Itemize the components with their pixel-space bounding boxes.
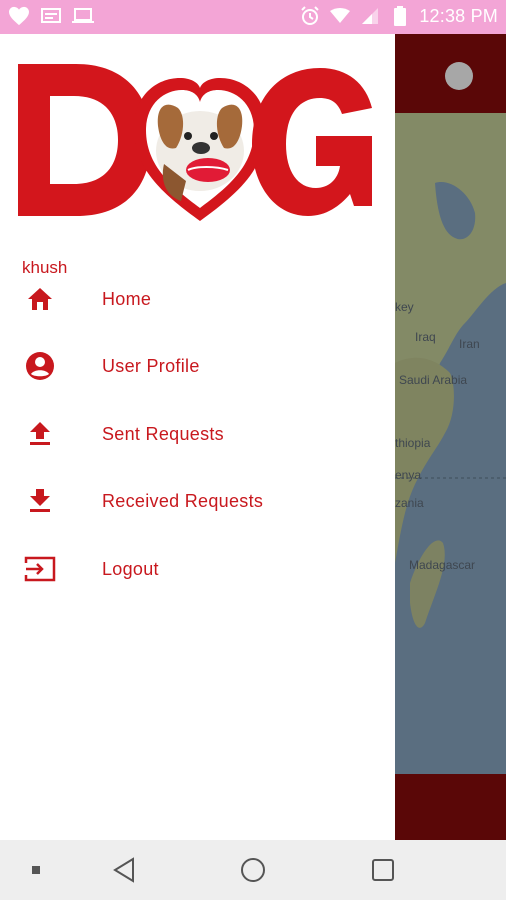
laptop-icon — [72, 5, 94, 27]
menu-item-label: Received Requests — [102, 490, 264, 511]
background-app[interactable]: key Iraq Iran Saudi Arabia thiopia enya … — [395, 34, 506, 840]
menu-item-label: User Profile — [102, 355, 200, 376]
map-label: Iraq — [415, 330, 436, 344]
map-label: key — [395, 300, 414, 314]
map-label: Saudi Arabia — [399, 373, 468, 387]
map-label: zania — [395, 496, 424, 510]
menu-item-received-requests[interactable]: Received Requests — [0, 471, 395, 531]
menu-item-sent-requests[interactable]: Sent Requests — [0, 404, 395, 464]
home-icon — [24, 283, 56, 315]
status-time: 12:38 PM — [419, 5, 498, 26]
map-view: key Iraq Iran Saudi Arabia thiopia enya … — [395, 113, 506, 774]
alarm-icon — [299, 5, 321, 27]
map-label: enya — [395, 468, 422, 482]
home-circle-icon[interactable] — [237, 854, 269, 886]
account-circle-icon — [24, 350, 56, 382]
logout-icon — [24, 553, 56, 585]
background-toolbar-button — [445, 62, 473, 90]
app-logo — [16, 56, 376, 226]
status-bar: 12:38 PM — [0, 0, 506, 34]
menu-item-label: Home — [102, 288, 152, 309]
recents-icon[interactable] — [367, 854, 399, 886]
battery-icon — [389, 5, 411, 27]
background-bottom-bar — [395, 774, 506, 840]
menu-item-label: Sent Requests — [102, 423, 224, 444]
status-bar-system: 12:38 PM — [299, 5, 498, 27]
background-toolbar — [395, 34, 506, 113]
map-label: Iran — [459, 337, 480, 351]
upload-icon — [24, 418, 56, 450]
menu-item-logout[interactable]: Logout — [0, 539, 395, 599]
status-bar-notifications — [8, 5, 94, 27]
menu-item-home[interactable]: Home — [0, 269, 395, 329]
heart-icon — [8, 5, 30, 27]
menu-item-user-profile[interactable]: User Profile — [0, 336, 395, 396]
sms-icon — [40, 5, 62, 27]
map-label: Madagascar — [409, 558, 476, 572]
back-icon[interactable] — [108, 854, 140, 886]
menu-dot-icon[interactable] — [20, 854, 52, 886]
navigation-drawer: khush Home User Profile Sent Requests Re… — [0, 34, 395, 840]
menu-item-label: Logout — [102, 558, 159, 579]
system-nav-bar — [0, 840, 506, 900]
download-icon — [24, 485, 56, 517]
wifi-icon — [329, 5, 351, 27]
map-label: thiopia — [395, 436, 431, 450]
signal-icon — [359, 5, 381, 27]
